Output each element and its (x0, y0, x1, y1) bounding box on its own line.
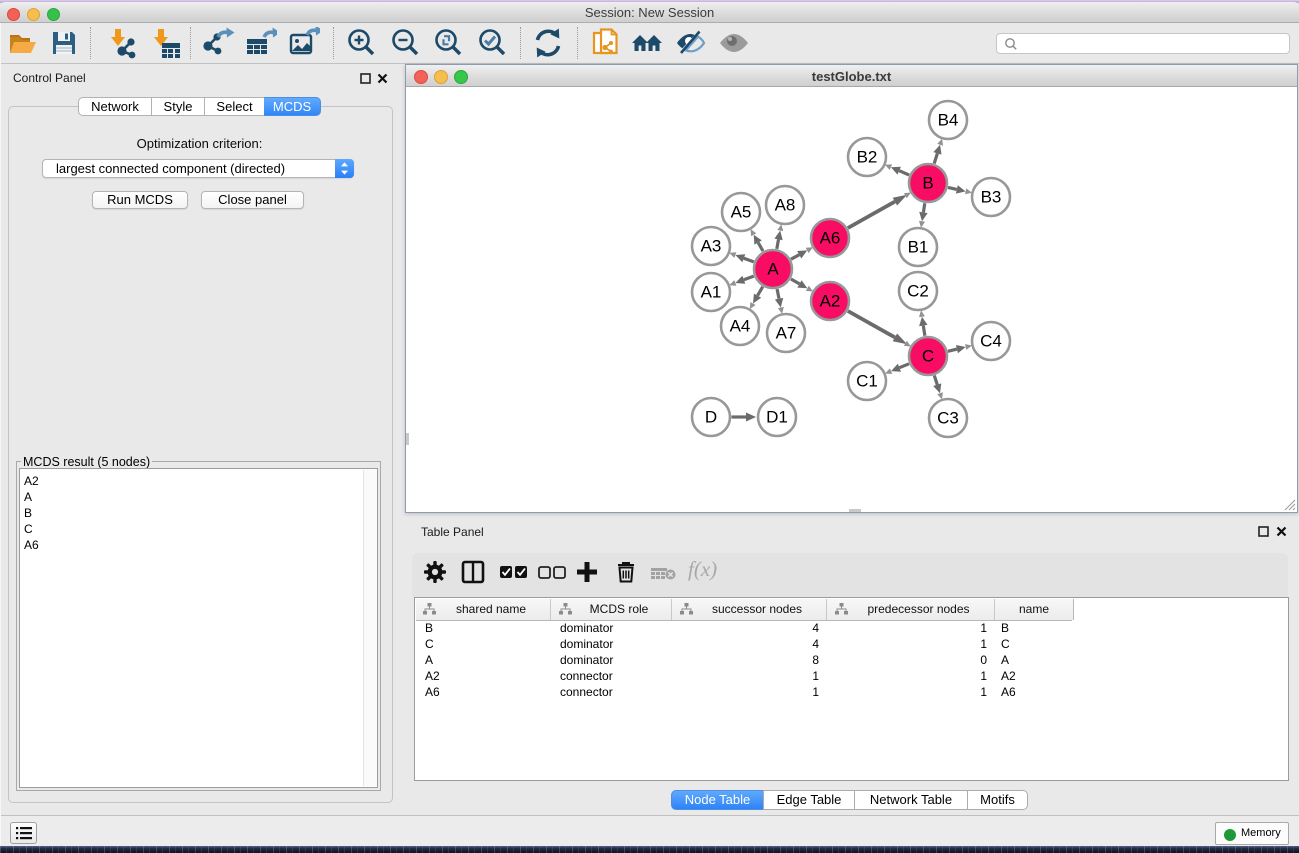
svg-text:C: C (922, 347, 934, 366)
svg-text:C4: C4 (980, 332, 1002, 351)
svg-text:B1: B1 (908, 238, 929, 257)
svg-text:A: A (767, 260, 779, 279)
svg-text:B2: B2 (857, 148, 878, 167)
svg-text:C2: C2 (907, 282, 929, 301)
svg-text:A3: A3 (701, 237, 722, 256)
svg-text:B: B (922, 174, 933, 193)
svg-text:D: D (705, 408, 717, 427)
svg-text:A5: A5 (731, 203, 752, 222)
svg-text:A7: A7 (776, 324, 797, 343)
svg-text:A2: A2 (820, 292, 841, 311)
svg-text:B4: B4 (938, 111, 959, 130)
svg-text:A8: A8 (775, 196, 796, 215)
svg-text:C3: C3 (937, 409, 959, 428)
svg-text:C1: C1 (856, 372, 878, 391)
svg-text:A1: A1 (701, 283, 722, 302)
svg-text:D1: D1 (766, 408, 788, 427)
svg-text:B3: B3 (981, 188, 1002, 207)
svg-text:A4: A4 (730, 317, 751, 336)
svg-text:A6: A6 (820, 229, 841, 248)
